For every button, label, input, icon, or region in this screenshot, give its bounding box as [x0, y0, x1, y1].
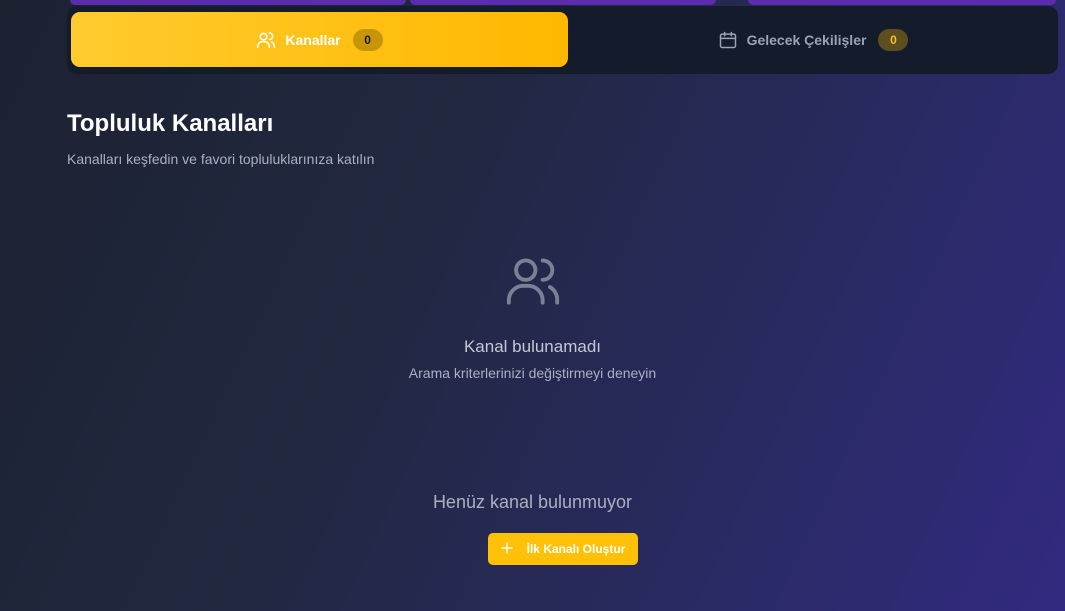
top-card-edge-right — [748, 0, 1056, 5]
no-channels-text: Henüz kanal bulunmuyor — [432, 492, 633, 512]
plus-icon — [500, 541, 513, 557]
tab-bar: Kanallar 0 Gelecek Çekilişler 0 — [67, 6, 1058, 74]
tab-upcoming-giveaways[interactable]: Gelecek Çekilişler 0 — [572, 12, 1054, 67]
create-first-channel-button[interactable]: İlk Kanalı Oluştur — [488, 533, 638, 565]
top-card-edge-middle — [410, 0, 716, 5]
tab-channels-count: 0 — [352, 28, 383, 51]
tab-channels-label: Kanallar — [285, 31, 341, 48]
tab-upcoming-giveaways-count: 0 — [878, 28, 909, 51]
users-icon — [502, 252, 564, 315]
empty-state-hint: Arama kriterlerinizi değiştirmeyi deneyi… — [408, 365, 657, 381]
tab-channels[interactable]: Kanallar 0 — [71, 12, 568, 67]
page-title: Topluluk Kanalları — [67, 110, 274, 137]
top-card-edge-left — [70, 0, 406, 5]
calendar-icon — [718, 30, 738, 50]
page-subtitle: Kanalları keşfedin ve favori topluluklar… — [67, 151, 375, 167]
tab-upcoming-giveaways-label: Gelecek Çekilişler — [746, 31, 867, 48]
create-first-channel-label: İlk Kanalı Oluştur — [526, 542, 626, 556]
empty-state: Kanal bulunamadı Arama kriterlerinizi de… — [0, 252, 1065, 381]
empty-state-title: Kanal bulunamadı — [463, 337, 602, 356]
users-icon — [256, 30, 276, 50]
